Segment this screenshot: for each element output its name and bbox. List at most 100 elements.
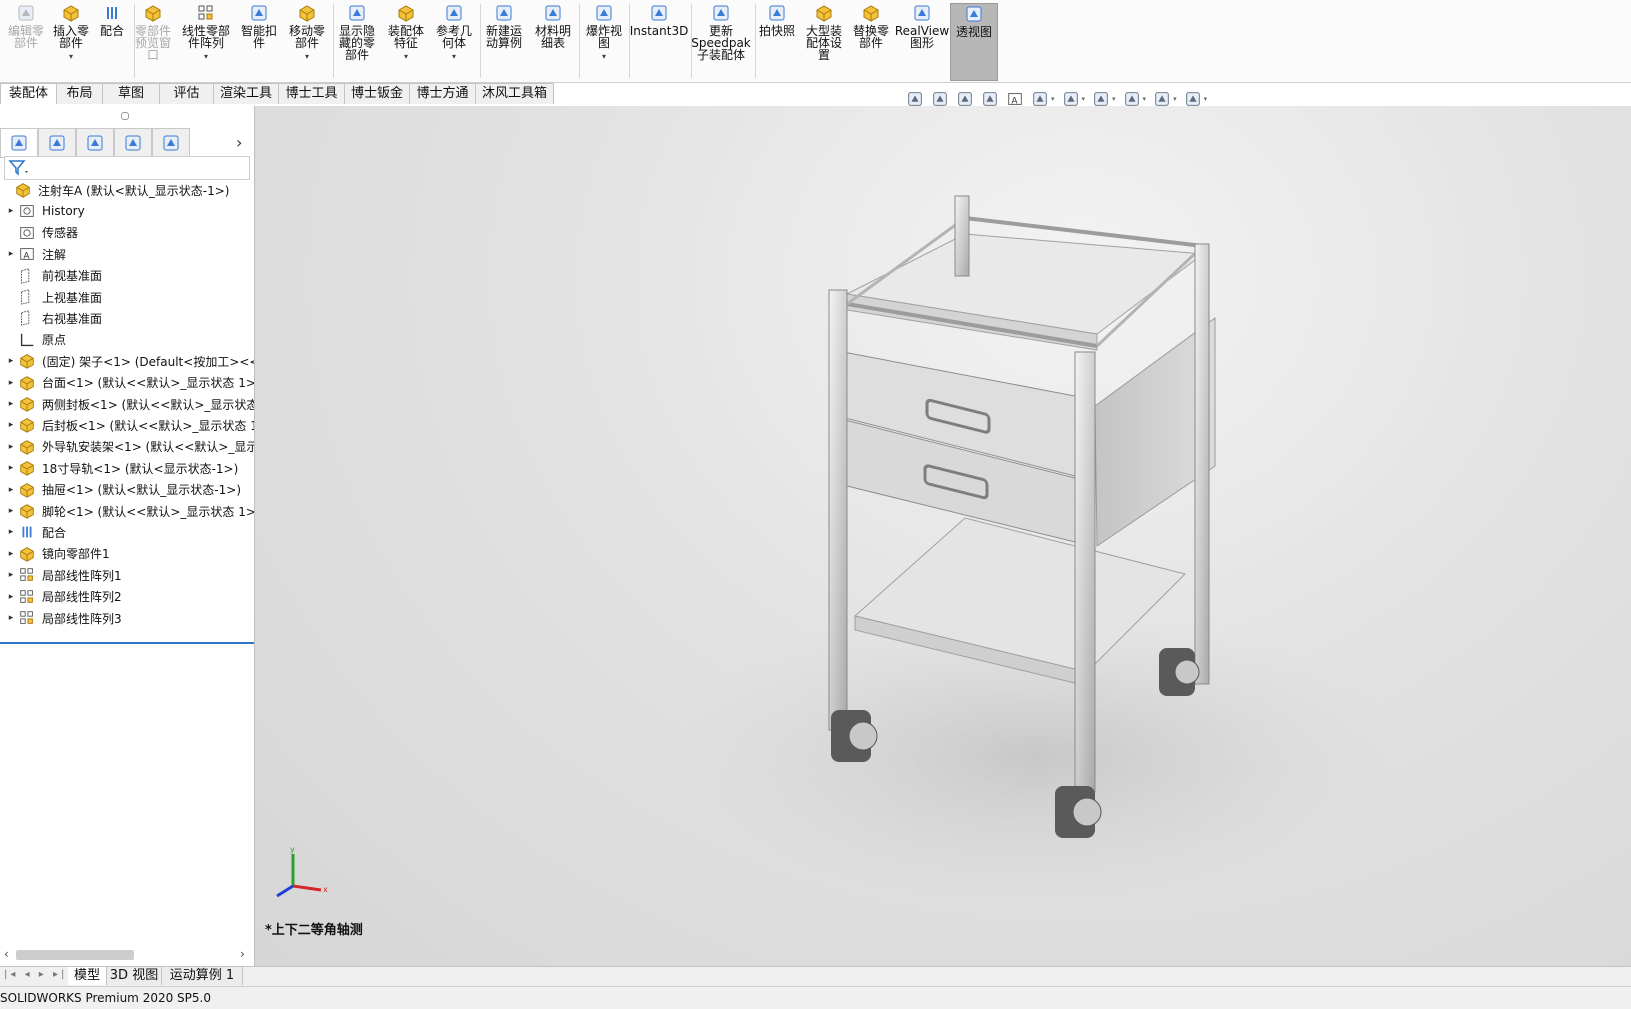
ribbon-button-component-preview[interactable]: 零部件 预览窗 口 bbox=[133, 3, 173, 79]
ribbon-button-perspective[interactable]: 透视图 bbox=[950, 3, 998, 81]
chevron-down-icon[interactable]: ▾ bbox=[1112, 95, 1116, 103]
graphics-area[interactable]: y x *上下二等角轴测 bbox=[255, 106, 1631, 966]
command-tab[interactable]: 渲染工具 bbox=[213, 83, 279, 104]
chevron-down-icon[interactable]: ▾ bbox=[1143, 95, 1147, 103]
expand-arrow-icon[interactable]: ▸ bbox=[4, 613, 18, 623]
tree-item[interactable]: ▸ 镜向零部件1 bbox=[0, 544, 254, 564]
command-tab[interactable]: 博士方通 bbox=[409, 83, 476, 104]
tree-item[interactable]: ▸ 抽屉<1> (默认<默认_显示状态-1>) bbox=[0, 480, 254, 500]
ribbon-button-realview[interactable]: RealView 图形 bbox=[895, 3, 949, 79]
ribbon-button-snapshot[interactable]: 拍快照 bbox=[754, 3, 800, 79]
bottom-tab[interactable]: 模型 bbox=[68, 967, 107, 985]
trolley-model[interactable] bbox=[255, 106, 1631, 966]
configuration-manager-icon[interactable] bbox=[76, 128, 114, 158]
property-manager-icon[interactable] bbox=[38, 128, 76, 158]
tree-item[interactable]: ▸ 18寸导轨<1> (默认<显示状态-1>) bbox=[0, 458, 254, 478]
ribbon-button-bom[interactable]: 材料明 细表 bbox=[530, 3, 576, 79]
ribbon-button-new-motion-study[interactable]: 新建运 动算例 bbox=[480, 3, 528, 79]
ribbon-button-smart-fastener[interactable]: 智能扣 件 bbox=[237, 3, 281, 79]
panel-grip-handle[interactable] bbox=[121, 112, 129, 120]
feature-manager-icon[interactable] bbox=[0, 128, 38, 158]
ribbon-button-move-component[interactable]: 移动零 部件 ▾ bbox=[284, 3, 330, 79]
expand-arrow-icon[interactable]: ▸ bbox=[4, 399, 18, 409]
expand-arrow-icon[interactable]: ▸ bbox=[4, 420, 18, 430]
tree-item[interactable]: ▸ 局部线性阵列3 bbox=[0, 608, 254, 628]
ribbon-button-insert-component[interactable]: 插入零 部件 ▾ bbox=[50, 3, 92, 79]
scroll-right-icon[interactable]: › bbox=[240, 947, 245, 961]
command-tab[interactable]: 博士钣金 bbox=[344, 83, 410, 104]
expand-arrow-icon[interactable]: ▸ bbox=[4, 485, 18, 495]
expand-arrow-icon[interactable]: ▸ bbox=[4, 356, 18, 366]
chevron-down-icon[interactable]: ▾ bbox=[1173, 95, 1177, 103]
expand-arrow-icon[interactable]: ▸ bbox=[4, 506, 18, 516]
expand-arrow-icon[interactable]: ▸ bbox=[4, 527, 18, 537]
view-orientation-name: *上下二等角轴测 bbox=[265, 923, 363, 938]
chevron-down-icon[interactable]: ▾ bbox=[204, 51, 208, 63]
expand-arrow-icon[interactable]: ▸ bbox=[4, 463, 18, 473]
dimxpert-icon[interactable] bbox=[114, 128, 152, 158]
tree-item[interactable]: ▸ History bbox=[0, 201, 254, 221]
ribbon-button-replace-component[interactable]: 替换零 部件 bbox=[846, 3, 896, 79]
tree-item[interactable]: ▸ 配合 bbox=[0, 522, 254, 542]
tree-item[interactable]: 上视基准面 bbox=[0, 287, 254, 307]
command-tab[interactable]: 评估 bbox=[159, 83, 214, 104]
tree-item[interactable]: ▸ 台面<1> (默认<<默认>_显示状态 1>) bbox=[0, 373, 254, 393]
command-tab[interactable]: 草图 bbox=[102, 83, 160, 104]
ribbon-button-edit-part[interactable]: 编辑零 部件 bbox=[2, 3, 50, 79]
tree-item[interactable]: 传感器 bbox=[0, 223, 254, 243]
mirror-component-icon bbox=[18, 545, 36, 563]
tree-item[interactable]: ▸ 后封板<1> (默认<<默认>_显示状态 1 bbox=[0, 415, 254, 435]
command-tab[interactable]: 沐风工具箱 bbox=[475, 83, 554, 104]
expand-arrow-icon[interactable]: ▸ bbox=[4, 378, 18, 388]
ribbon-button-large-assembly[interactable]: 大型装 配体设 置 bbox=[801, 3, 847, 79]
tree-item[interactable]: ▸ 局部线性阵列1 bbox=[0, 565, 254, 585]
expand-arrow-icon[interactable]: ▸ bbox=[4, 206, 18, 216]
ribbon-button-reference-geometry[interactable]: 参考几 何体 ▾ bbox=[431, 3, 477, 79]
chevron-down-icon[interactable]: ▾ bbox=[305, 51, 309, 63]
command-tab[interactable]: 装配体 bbox=[0, 83, 57, 104]
bottom-tab[interactable]: 运动算例 1 bbox=[162, 967, 243, 985]
horizontal-scrollbar[interactable]: ‹ › bbox=[0, 946, 252, 964]
ribbon-button-show-hidden[interactable]: 显示隐 藏的零 部件 bbox=[335, 3, 379, 79]
ribbon-button-instant3d[interactable]: Instant3D bbox=[630, 3, 688, 79]
tree-item[interactable]: 原点 bbox=[0, 330, 254, 350]
expand-arrow-icon[interactable]: ▸ bbox=[4, 249, 18, 259]
tree-item[interactable]: 前视基准面 bbox=[0, 266, 254, 286]
chevron-down-icon[interactable]: ▾ bbox=[452, 51, 456, 63]
tree-item[interactable]: ▸ 局部线性阵列2 bbox=[0, 587, 254, 607]
tree-item[interactable]: 右视基准面 bbox=[0, 308, 254, 328]
chevron-down-icon[interactable]: ▾ bbox=[1204, 95, 1208, 103]
scroll-thumb[interactable] bbox=[16, 950, 134, 960]
ribbon-button-assembly-feature[interactable]: 装配体 特征 ▾ bbox=[384, 3, 428, 79]
bottom-tab[interactable]: 3D 视图 bbox=[107, 967, 162, 985]
rollback-bar[interactable] bbox=[0, 642, 254, 644]
tree-item[interactable]: ▸ 脚轮<1> (默认<<默认>_显示状态 1>) bbox=[0, 501, 254, 521]
tree-filter[interactable] bbox=[4, 156, 250, 180]
tree-item[interactable]: ▸ (固定) 架子<1> (Default<按加工><< bbox=[0, 351, 254, 371]
expand-arrow-icon[interactable]: ▸ bbox=[4, 570, 18, 580]
ribbon-button-speedpak[interactable]: 更新 Speedpak 子装配体 bbox=[690, 3, 752, 79]
chevron-down-icon[interactable]: ▾ bbox=[69, 51, 73, 63]
display-manager-icon[interactable] bbox=[152, 128, 190, 158]
expand-arrow-icon[interactable]: ▸ bbox=[4, 549, 18, 559]
tree-item[interactable]: ▸ A 注解 bbox=[0, 244, 254, 264]
chevron-down-icon[interactable]: ▾ bbox=[1051, 95, 1055, 103]
expand-arrow-icon[interactable]: ▸ bbox=[4, 442, 18, 452]
tab-nav-arrows[interactable]: |◂ ◂ ▸ ▸| bbox=[4, 969, 67, 980]
expand-arrow-icon[interactable]: ▸ bbox=[4, 592, 18, 602]
command-tab[interactable]: 博士工具 bbox=[278, 83, 345, 104]
chevron-down-icon[interactable]: ▾ bbox=[404, 51, 408, 63]
chevron-down-icon[interactable]: ▾ bbox=[602, 51, 606, 63]
ribbon-button-linear-pattern[interactable]: 线性零部 件阵列 ▾ bbox=[180, 3, 232, 79]
ribbon-button-mate[interactable]: 配合 bbox=[93, 3, 131, 79]
command-tab[interactable]: 布局 bbox=[56, 83, 103, 104]
tree-item[interactable]: ▸ 外导轨安装架<1> (默认<<默认>_显示 bbox=[0, 437, 254, 457]
scroll-left-icon[interactable]: ‹ bbox=[4, 947, 9, 961]
tree-item[interactable]: 注射车A (默认<默认_显示状态-1>) bbox=[0, 180, 254, 200]
subassembly-icon bbox=[18, 502, 36, 520]
chevron-down-icon[interactable]: ▾ bbox=[1082, 95, 1086, 103]
ribbon-button-exploded-view[interactable]: 爆炸视 图 ▾ bbox=[582, 3, 626, 79]
filter-icon bbox=[8, 160, 28, 176]
chevron-right-icon[interactable]: › bbox=[236, 133, 242, 152]
tree-item[interactable]: ▸ 两侧封板<1> (默认<<默认>_显示状态 bbox=[0, 394, 254, 414]
